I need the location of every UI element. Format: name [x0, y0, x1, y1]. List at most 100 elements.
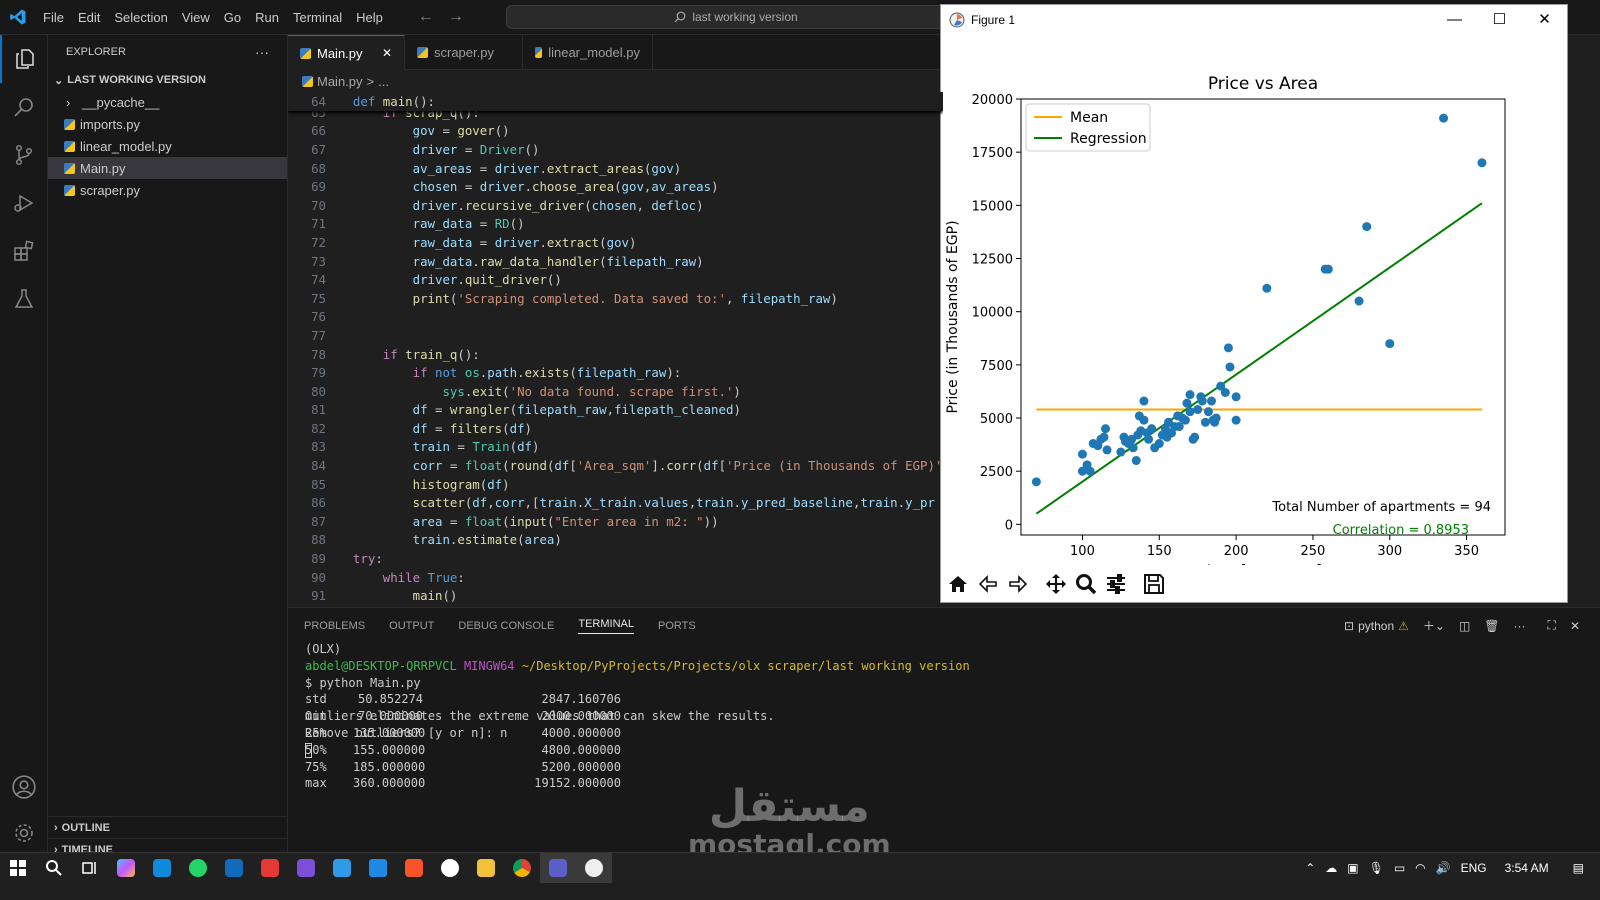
- microphone-icon[interactable]: 🎙: [1369, 861, 1384, 875]
- notifications-icon[interactable]: ▤: [1573, 861, 1584, 875]
- menu-item-run[interactable]: Run: [248, 0, 286, 35]
- menu-item-go[interactable]: Go: [217, 0, 248, 35]
- run-debug-icon[interactable]: [0, 179, 48, 227]
- tree-folder[interactable]: › __pycache__: [48, 91, 287, 113]
- extensions-icon[interactable]: [0, 227, 48, 275]
- accounts-icon[interactable]: [0, 763, 48, 811]
- source-control-icon[interactable]: [0, 131, 48, 179]
- watermark-arabic: مستقل: [708, 781, 870, 832]
- tree-file[interactable]: linear_model.py: [48, 135, 287, 157]
- folder-section-header[interactable]: ⌄ LAST WORKING VERSION: [48, 69, 287, 91]
- minimize-icon[interactable]: —: [1432, 5, 1477, 33]
- tab-linear-model-py[interactable]: linear_model.py: [523, 35, 653, 70]
- clock-time[interactable]: 3:54 AM: [1505, 861, 1549, 875]
- more-icon[interactable]: ···: [1514, 619, 1526, 633]
- chatgpt-icon[interactable]: [432, 853, 468, 883]
- search-activity-icon[interactable]: [0, 83, 48, 131]
- split-terminal-icon[interactable]: ◫: [1459, 619, 1470, 633]
- menu-item-help[interactable]: Help: [349, 0, 390, 35]
- tab-main-py[interactable]: Main.py ✕: [288, 35, 405, 70]
- volume-icon[interactable]: 🔊: [1436, 861, 1451, 875]
- data-point: [1116, 447, 1126, 457]
- back-icon[interactable]: [975, 571, 1001, 597]
- command-center-search[interactable]: last working version: [506, 5, 966, 29]
- back-arrow-icon[interactable]: ←: [418, 8, 434, 26]
- vscode-taskbar-icon[interactable]: [324, 853, 360, 883]
- python-figure-taskbar-icon[interactable]: [576, 852, 612, 883]
- new-terminal-icon[interactable]: ＋⌄: [1423, 617, 1445, 634]
- terminal-cursor: [305, 742, 312, 758]
- menu-item-file[interactable]: File: [36, 0, 71, 35]
- wifi-icon[interactable]: ◠: [1415, 861, 1425, 875]
- terminal-shell-indicator[interactable]: ⊡ python ⚠: [1344, 619, 1409, 633]
- pan-icon[interactable]: [1043, 571, 1069, 597]
- configure-subplots-icon[interactable]: [1103, 571, 1129, 597]
- outlook-icon[interactable]: [216, 853, 252, 883]
- forward-arrow-icon[interactable]: →: [448, 8, 464, 26]
- file-explorer-icon[interactable]: [468, 853, 504, 883]
- close-tab-icon[interactable]: ✕: [382, 46, 392, 60]
- line-number: 90: [311, 569, 326, 585]
- search-icon[interactable]: [36, 853, 72, 883]
- teams-icon[interactable]: [540, 852, 576, 883]
- menu-item-terminal[interactable]: Terminal: [286, 0, 349, 35]
- maximize-panel-icon[interactable]: ⛶: [1548, 618, 1556, 633]
- menu-item-view[interactable]: View: [175, 0, 217, 35]
- more-actions-icon[interactable]: ···: [255, 44, 269, 60]
- tree-file[interactable]: Main.py: [48, 157, 287, 179]
- visual-studio-icon[interactable]: [288, 853, 324, 883]
- testing-flask-icon[interactable]: [0, 275, 48, 323]
- menu-bar: File Edit Selection View Go Run Terminal Help: [36, 0, 390, 35]
- tree-file[interactable]: scraper.py: [48, 179, 287, 201]
- onedrive-cloud-icon[interactable]: ☁: [1325, 861, 1337, 875]
- panel-tab-terminal[interactable]: TERMINAL: [578, 618, 634, 634]
- line-number: 64: [311, 93, 326, 109]
- menu-item-edit[interactable]: Edit: [71, 0, 107, 35]
- desktop-app-icon[interactable]: [144, 853, 180, 883]
- chrome-icon[interactable]: [504, 853, 540, 883]
- zoom-icon[interactable]: [1073, 571, 1099, 597]
- data-point: [1101, 424, 1111, 434]
- task-view-icon[interactable]: [72, 853, 108, 883]
- menu-item-selection[interactable]: Selection: [107, 0, 174, 35]
- home-icon[interactable]: [945, 571, 971, 597]
- close-panel-icon[interactable]: ✕: [1570, 619, 1580, 633]
- panel-tab-debug-console[interactable]: DEBUG CONSOLE: [458, 620, 554, 632]
- forward-icon[interactable]: [1005, 571, 1031, 597]
- whatsapp-icon[interactable]: [180, 853, 216, 883]
- windows-start-icon[interactable]: [0, 853, 36, 883]
- code-text: corr = float(round(df['Area_sqm'].corr(d…: [412, 458, 943, 474]
- show-hidden-icons-icon[interactable]: ⌃: [1305, 861, 1315, 875]
- battery-icon[interactable]: ▭: [1394, 861, 1405, 875]
- data-point: [1207, 396, 1217, 406]
- database-app-icon[interactable]: [360, 853, 396, 883]
- y-tick-label: 0: [1005, 518, 1013, 533]
- settings-gear-icon[interactable]: [0, 809, 48, 857]
- terminal-env: (OLX): [305, 642, 342, 656]
- maximize-icon[interactable]: ☐: [1477, 5, 1522, 33]
- panel-tab-ports[interactable]: PORTS: [658, 620, 696, 632]
- data-point: [1102, 445, 1112, 455]
- tab-scraper-py[interactable]: scraper.py: [405, 35, 523, 70]
- language-indicator[interactable]: ENG: [1461, 861, 1487, 875]
- wps-office-icon[interactable]: [252, 853, 288, 883]
- breadcrumb-symbol[interactable]: ...: [378, 74, 389, 89]
- tree-file[interactable]: imports.py: [48, 113, 287, 135]
- code-text: while True:: [382, 569, 465, 585]
- copilot-icon[interactable]: [108, 853, 144, 883]
- brave-browser-icon[interactable]: [396, 853, 432, 883]
- explorer-activity-icon[interactable]: [0, 35, 48, 83]
- panel-tab-problems[interactable]: PROBLEMS: [304, 620, 365, 632]
- outline-section[interactable]: › OUTLINE: [48, 817, 288, 839]
- terminal-output[interactable]: (OLX) abdel@DESKTOP-QRRPVCL MINGW64 ~/De…: [305, 642, 970, 790]
- device-icon[interactable]: ▣: [1347, 861, 1358, 875]
- panel-tab-output[interactable]: OUTPUT: [389, 620, 434, 632]
- chevron-right-icon: ›: [54, 822, 58, 834]
- code-text: raw_data = RD(): [412, 216, 525, 232]
- code-editor[interactable]: 64 def main(): 65 if scrap_q(): 66 gov = g…: [288, 92, 943, 607]
- kill-terminal-icon[interactable]: 🗑: [1484, 619, 1499, 633]
- save-figure-icon[interactable]: [1141, 571, 1167, 597]
- breadcrumb-file[interactable]: Main.py: [317, 74, 363, 89]
- prompt-system: MINGW64: [463, 658, 515, 673]
- close-icon[interactable]: ✕: [1522, 5, 1567, 33]
